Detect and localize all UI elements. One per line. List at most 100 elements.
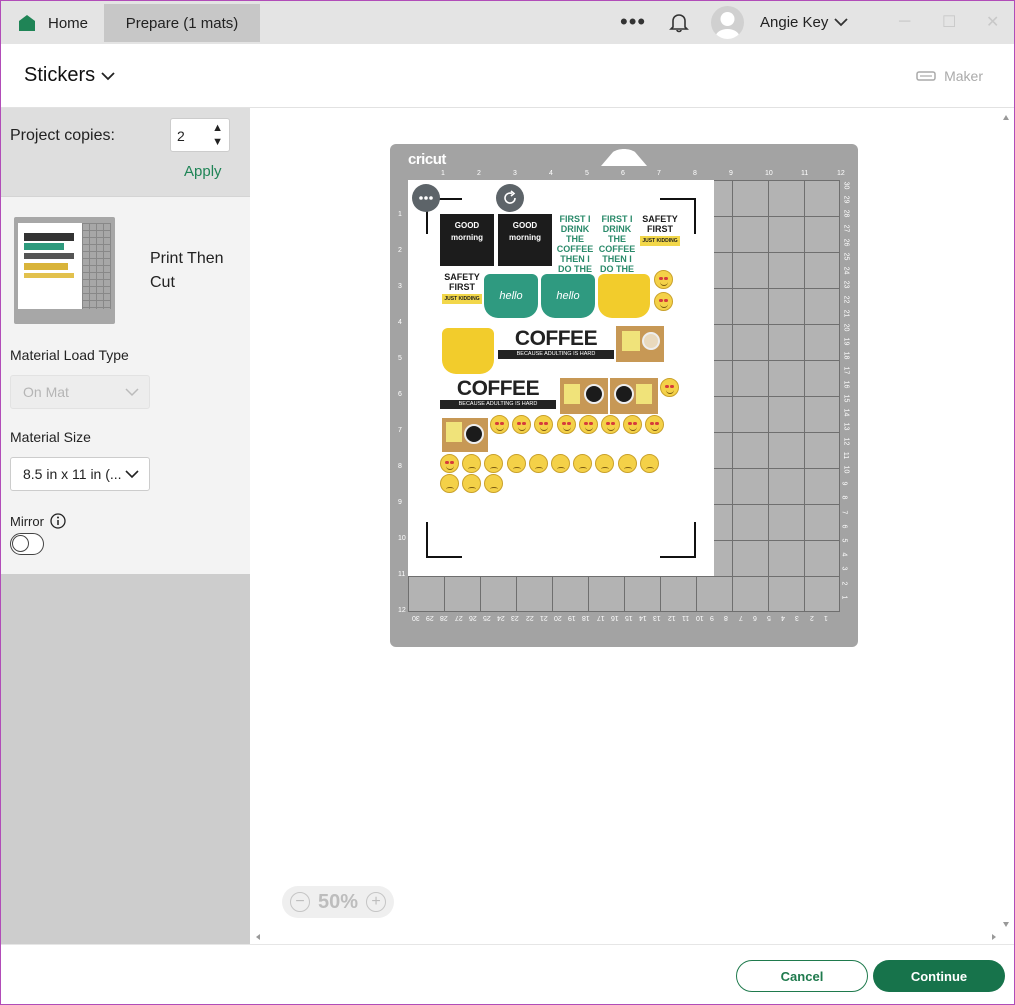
mat-thumbnail[interactable]: [14, 217, 115, 324]
horizontal-scrollbar[interactable]: [254, 932, 999, 942]
sticker-emoji-sad[interactable]: [551, 454, 570, 473]
ruler-tick-label: 9: [710, 614, 715, 621]
notifications-button[interactable]: [668, 0, 690, 44]
ruler-tick-label: 26: [842, 238, 850, 247]
sticker-good-morning[interactable]: GOOD morning: [498, 214, 552, 266]
ruler-tick-label: 8: [693, 170, 697, 177]
mirror-toggle[interactable]: [10, 533, 44, 555]
apply-button[interactable]: Apply: [184, 163, 222, 180]
ruler-tick-label: 3: [795, 614, 800, 621]
sticker-emoji-sad[interactable]: [484, 474, 504, 493]
sticker-good-morning[interactable]: GOOD morning: [440, 214, 494, 266]
sticker-safety-first[interactable]: SAFETY FIRST JUST KIDDING: [442, 272, 482, 322]
ruler-tick-label: 9: [840, 481, 848, 486]
ruler-tick-label: 30: [412, 614, 420, 621]
continue-button[interactable]: Continue: [873, 960, 1005, 992]
tab-prepare[interactable]: Prepare (1 mats): [104, 4, 260, 42]
user-menu-button[interactable]: [833, 0, 849, 44]
sticker-emoji-sad[interactable]: [506, 454, 526, 473]
minimize-button[interactable]: ─: [899, 0, 910, 44]
ruler-tick-label: 16: [610, 614, 619, 621]
sheet-options-button[interactable]: [412, 184, 440, 212]
sticker-emoji-sad[interactable]: [462, 454, 482, 473]
close-button[interactable]: ✕: [986, 0, 999, 44]
rotate-button[interactable]: [496, 184, 524, 212]
copies-input[interactable]: 2 ▲ ▼: [170, 118, 230, 152]
mat-preview-canvas[interactable]: cricut 1 2 3 4 5 6 7 8 9 10 11 12 1 2 3 4 5 6 7 8 9 10 11 12 3…: [250, 108, 1015, 944]
ruler-tick-label: 15: [842, 394, 850, 403]
user-name[interactable]: Angie Key: [760, 0, 828, 44]
sticker-coffee-adulting[interactable]: COFFEE BECAUSE ADULTING IS HARD: [498, 328, 614, 364]
ruler-tick-label: 4: [549, 170, 553, 177]
sticker-emoji-love[interactable]: [490, 415, 509, 434]
sticker-emoji-love[interactable]: [660, 378, 679, 397]
zoom-out-button[interactable]: −: [290, 892, 310, 912]
ruler-tick-label: 1: [823, 614, 828, 621]
sticker-photo-coffee[interactable]: [442, 418, 488, 452]
ruler-tick-label: 7: [738, 614, 743, 621]
load-type-value: On Mat: [23, 384, 69, 400]
emoji-mouth: [660, 282, 668, 286]
sticker-emoji-sad[interactable]: [528, 454, 548, 473]
sticker-emoji-love[interactable]: [654, 292, 673, 311]
ruler-tick-label: 1: [441, 170, 445, 177]
project-title-dropdown[interactable]: Stickers: [24, 64, 115, 87]
sticker-coffee-adulting[interactable]: COFFEE BECAUSE ADULTING IS HARD: [440, 378, 556, 414]
ruler-tick-label: 27: [454, 614, 463, 621]
sticker-safety-first[interactable]: SAFETY FIRST JUST KIDDING: [640, 214, 680, 266]
sticker-emoji-sad[interactable]: [595, 454, 615, 473]
sticker-emoji-love[interactable]: [578, 415, 598, 434]
maximize-icon: ☐: [942, 14, 957, 31]
sticker-emoji-love[interactable]: [623, 415, 643, 434]
ruler-tick-label: 5: [840, 538, 848, 543]
sticker-first-coffee[interactable]: FIRST I DRINK THE COFFEE THEN I DO THE T…: [597, 214, 637, 284]
sticker-yellow-mug[interactable]: [598, 274, 650, 318]
more-icon: [419, 196, 433, 200]
zoom-in-button[interactable]: +: [366, 892, 386, 912]
sticker-emoji-love[interactable]: [556, 415, 576, 434]
sticker-emoji-love[interactable]: [512, 415, 532, 434]
emoji-mouth: [518, 427, 527, 431]
sticker-emoji-sad[interactable]: [440, 474, 459, 493]
sticker-sheet[interactable]: GOOD morning GOOD morning FIRST I DRINK …: [408, 180, 714, 576]
ruler-tick-label: 12: [667, 614, 676, 621]
info-icon[interactable]: [50, 513, 66, 529]
stepper-down-icon[interactable]: ▼: [212, 135, 223, 149]
sticker-photo-coffee[interactable]: [610, 378, 658, 414]
emoji-mouth: [666, 390, 674, 394]
sticker-yellow-mug[interactable]: [442, 328, 494, 374]
sticker-emoji-sad[interactable]: [573, 454, 593, 473]
sticker-emoji-love[interactable]: [440, 454, 459, 473]
sticker-emoji-sad[interactable]: [462, 474, 482, 493]
sticker-emoji-love[interactable]: [534, 415, 554, 434]
sticker-hello-mug[interactable]: hello: [484, 274, 538, 318]
material-size-select[interactable]: 8.5 in x 11 in (...: [10, 457, 150, 491]
machine-selector[interactable]: Maker: [916, 68, 983, 84]
vertical-scrollbar[interactable]: [1001, 112, 1011, 930]
sticker-emoji-love[interactable]: [601, 415, 620, 434]
sticker-first-coffee[interactable]: FIRST I DRINK THE COFFEE THEN I DO THE T…: [555, 214, 595, 284]
ruler-tick-label: 12: [837, 170, 845, 177]
sticker-emoji-sad[interactable]: [484, 454, 504, 473]
more-options-button[interactable]: •••: [620, 0, 646, 44]
ruler-tick-label: 11: [681, 614, 690, 621]
sticker-hello-mug[interactable]: hello: [541, 274, 595, 318]
sticker-photo-coffee[interactable]: [616, 326, 664, 362]
photo-cup: [464, 424, 484, 444]
sticker-photo-coffee[interactable]: [560, 378, 608, 414]
avatar[interactable]: [711, 6, 744, 39]
bell-icon: [669, 14, 689, 33]
sticker-emoji-love[interactable]: [654, 270, 673, 289]
tab-home[interactable]: Home: [4, 4, 102, 42]
sticker-emoji-love[interactable]: [645, 415, 665, 434]
copies-stepper[interactable]: ▲ ▼: [212, 121, 223, 149]
sticker-emoji-sad[interactable]: [617, 454, 637, 473]
stepper-up-icon[interactable]: ▲: [212, 121, 223, 135]
ruler-tick-label: 24: [842, 266, 850, 275]
maximize-button[interactable]: ☐: [942, 0, 956, 44]
cancel-button[interactable]: Cancel: [736, 960, 868, 992]
thumb-row: [24, 253, 74, 259]
mat-tab: [601, 149, 647, 166]
sticker-emoji-sad[interactable]: [639, 454, 659, 473]
material-size-value: 8.5 in x 11 in (...: [23, 466, 122, 482]
